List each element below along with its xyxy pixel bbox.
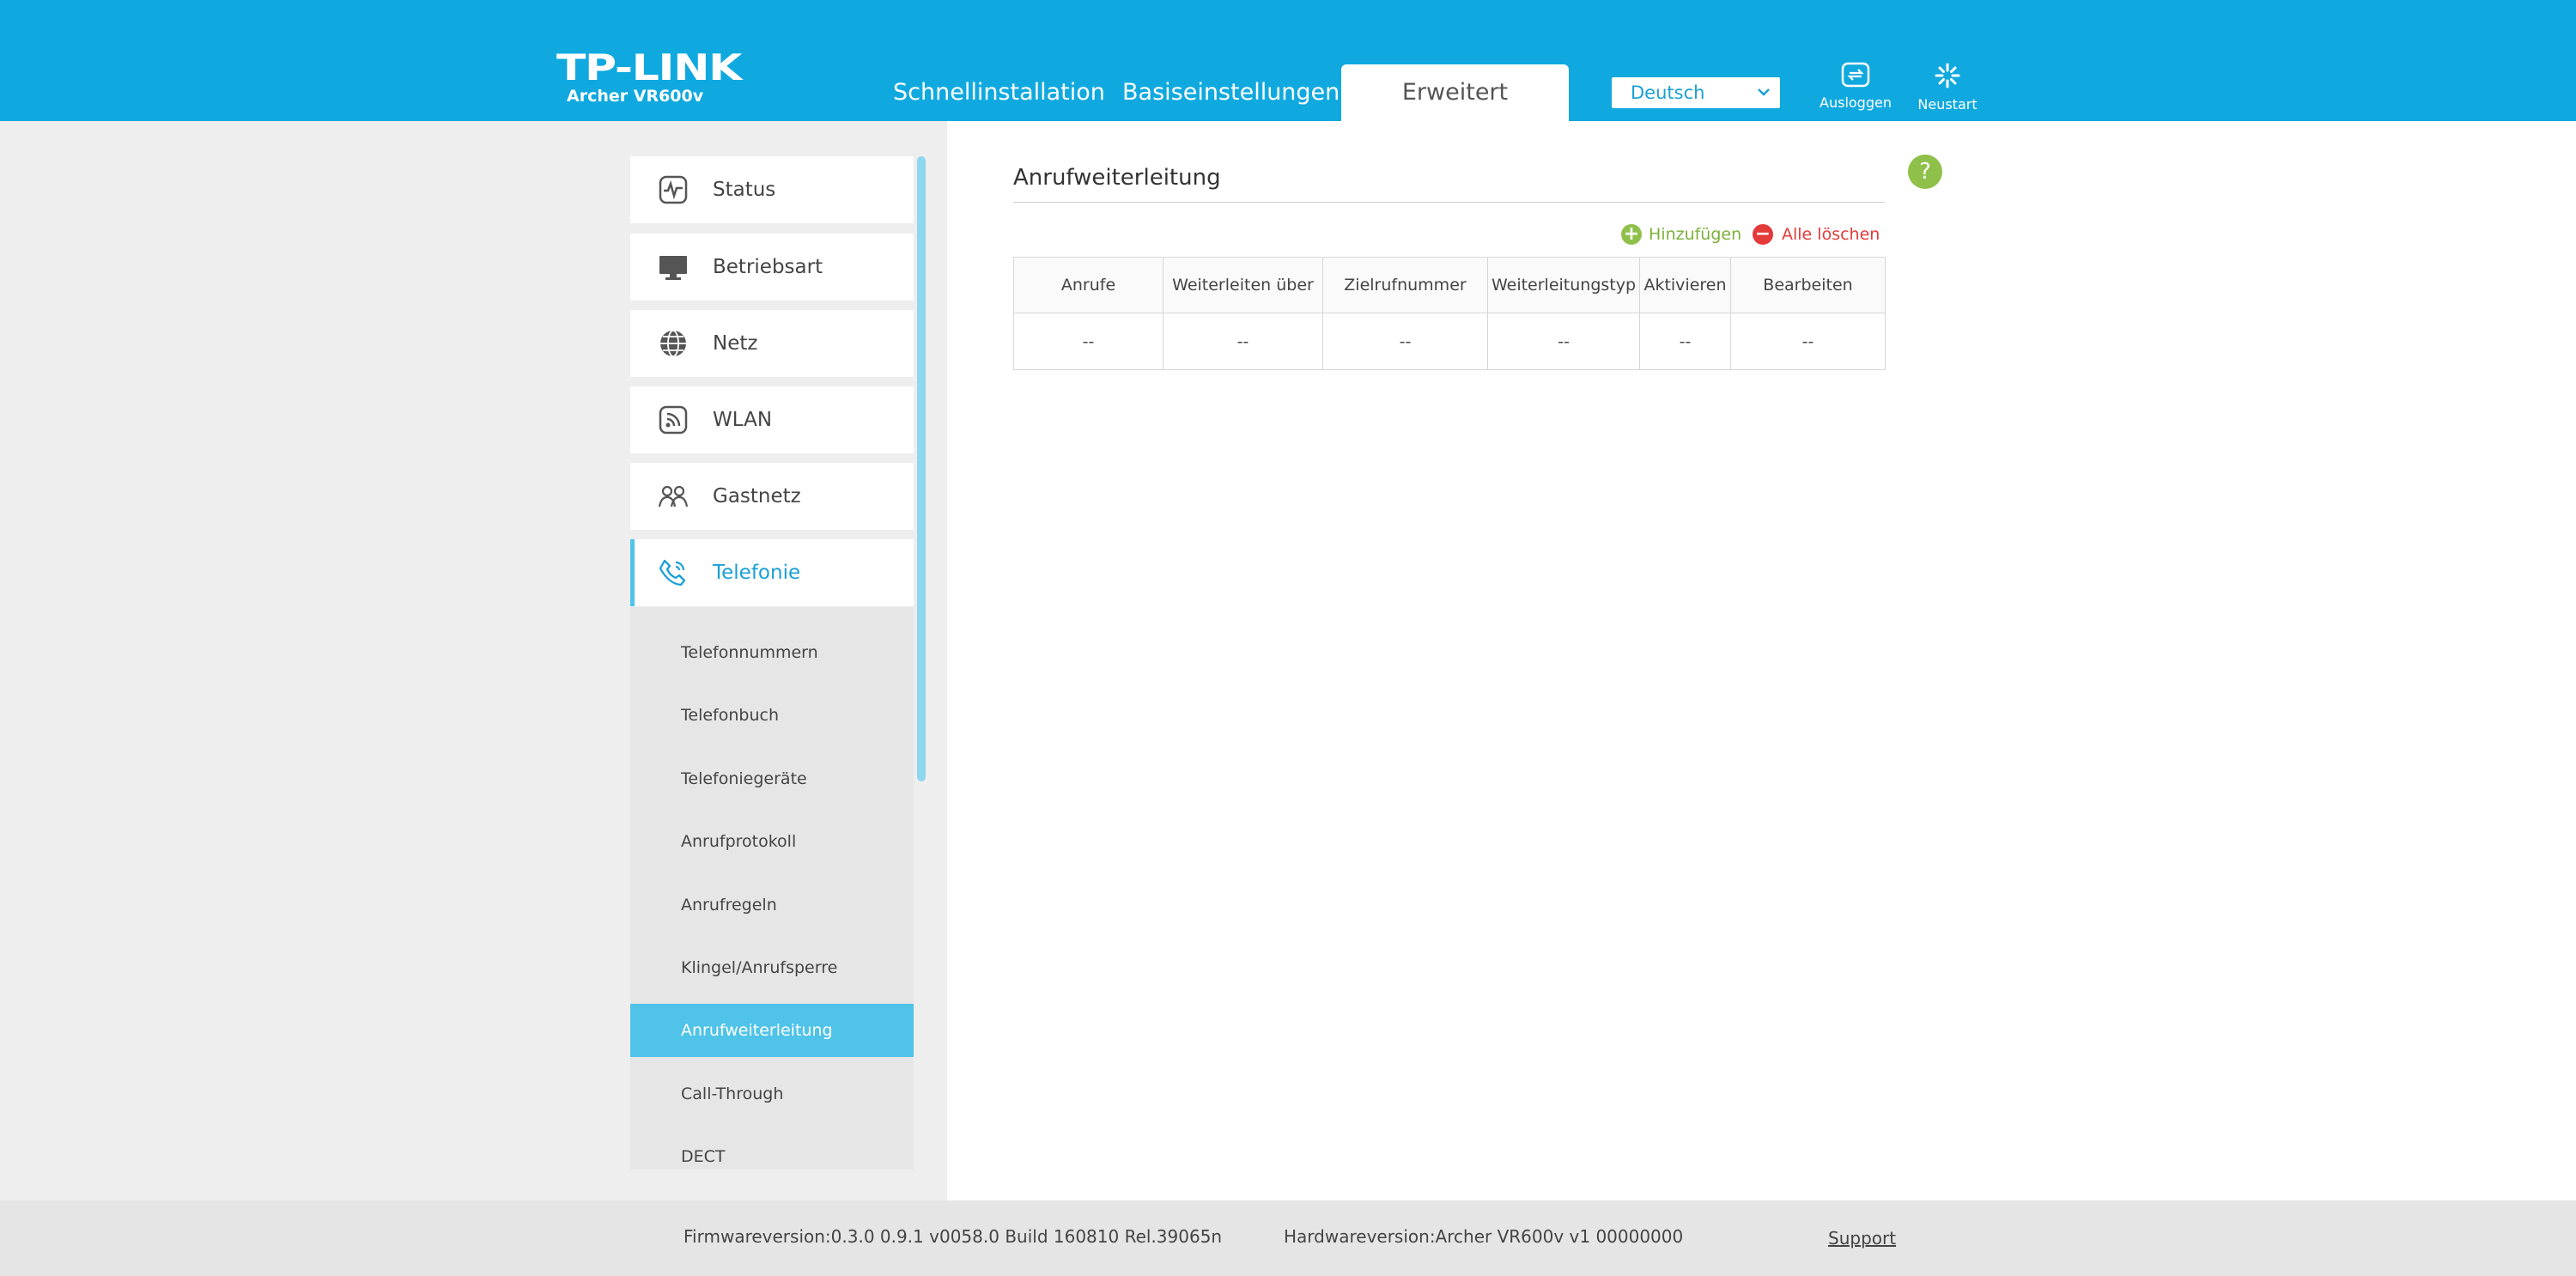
support-link[interactable]: Support — [1828, 1228, 1896, 1249]
add-label: Hinzufügen — [1649, 225, 1742, 244]
plus-icon: + — [1621, 224, 1642, 245]
sidebar-item-status[interactable]: Status — [630, 156, 914, 223]
monitor-icon — [659, 256, 687, 280]
page-title: Anrufweiterleitung — [1013, 165, 1221, 191]
sidebar-item-label: Betriebsart — [713, 256, 823, 278]
hardware-version: Hardwareversion:Archer VR600v v1 0000000… — [1284, 1226, 1684, 1247]
sidebar-item-label: Status — [713, 179, 776, 201]
col-header-zielrufnummer[interactable]: Zielrufnummer — [1322, 257, 1488, 313]
sidebar: Status Betriebsart Netz WLAN Gastnetz Te… — [630, 156, 914, 1170]
language-value: Deutsch — [1631, 82, 1705, 103]
col-header-anrufe[interactable]: Anrufe — [1013, 257, 1163, 313]
footer: Firmwareversion:0.3.0 0.9.1 v0058.0 Buil… — [0, 1200, 2576, 1276]
table-header-row: Anrufe Weiterleiten über Zielrufnummer W… — [1013, 257, 1886, 313]
wifi-icon — [659, 405, 688, 434]
sidebar-item-telefonie[interactable]: Telefonie — [630, 539, 914, 606]
subitem-label: Call-Through — [681, 1085, 784, 1103]
subitem-label: DECT — [681, 1147, 726, 1166]
sidebar-item-label: Gastnetz — [713, 485, 801, 507]
minus-icon: − — [1753, 224, 1773, 245]
subitem-label: Telefonbuch — [681, 706, 779, 725]
reboot-label: Neustart — [1917, 96, 1978, 112]
subitem-klingel-anrufsperre[interactable]: Klingel/Anrufsperre — [630, 941, 914, 994]
table-row: -- -- -- -- -- -- — [1013, 313, 1886, 370]
phone-icon — [659, 559, 686, 586]
col-header-weiterleitungstyp[interactable]: Weiterleitungstyp — [1487, 257, 1640, 313]
subitem-telefoniegeraete[interactable]: Telefoniegeräte — [630, 752, 914, 805]
globe-icon — [660, 330, 686, 357]
subitem-label: Klingel/Anrufsperre — [681, 958, 838, 977]
top-header: TP-LINK Archer VR600v Schnellinstallatio… — [0, 0, 2576, 121]
col-header-bearbeiten[interactable]: Bearbeiten — [1730, 257, 1886, 313]
table-cell: -- — [1639, 313, 1731, 370]
subitem-label: Anrufprotokoll — [681, 832, 797, 851]
subitem-anrufweiterleitung[interactable]: Anrufweiterleitung — [630, 1004, 914, 1057]
table-cell: -- — [1730, 313, 1886, 370]
sidebar-item-label: Netz — [713, 332, 758, 355]
model-name: Archer VR600v — [567, 87, 704, 106]
subitem-label: Anrufweiterleitung — [681, 1021, 833, 1040]
logout-label: Ausloggen — [1820, 94, 1892, 111]
chevron-down-icon — [1758, 88, 1770, 96]
sidebar-item-netz[interactable]: Netz — [630, 310, 914, 377]
subitem-anrufprotokoll[interactable]: Anrufprotokoll — [630, 815, 914, 868]
tab-erweitert[interactable]: Erweitert — [1341, 64, 1569, 121]
sidebar-item-betriebsart[interactable]: Betriebsart — [630, 234, 914, 301]
table-cell: -- — [1013, 313, 1163, 370]
subitem-telefonnummern[interactable]: Telefonnummern — [630, 626, 914, 679]
tp-link-logo: TP-LINK — [556, 46, 742, 88]
tab-schnellinstallation[interactable]: Schnellinstallation — [893, 64, 1105, 121]
sidebar-item-wlan[interactable]: WLAN — [630, 386, 914, 453]
delete-all-label: Alle löschen — [1782, 225, 1880, 244]
table-cell: -- — [1487, 313, 1640, 370]
table-cell: -- — [1322, 313, 1488, 370]
firmware-version: Firmwareversion:0.3.0 0.9.1 v0058.0 Buil… — [683, 1226, 1223, 1247]
status-pulse-icon — [659, 175, 688, 204]
reboot-spinner-icon — [1935, 63, 1960, 88]
col-header-weiterleiten-ueber[interactable]: Weiterleiten über — [1163, 257, 1323, 313]
help-button[interactable]: ? — [1908, 155, 1942, 189]
subitem-label: Telefonnummern — [681, 643, 818, 662]
tab-basiseinstellungen[interactable]: Basiseinstellungen — [1122, 64, 1340, 121]
subitem-telefonbuch[interactable]: Telefonbuch — [630, 689, 914, 742]
subitem-anrufregeln[interactable]: Anrufregeln — [630, 878, 914, 932]
reboot-button[interactable]: Neustart — [1905, 62, 1990, 112]
col-header-aktivieren[interactable]: Aktivieren — [1639, 257, 1731, 313]
subitem-label: Telefoniegeräte — [681, 769, 807, 788]
sidebar-item-gastnetz[interactable]: Gastnetz — [630, 463, 914, 530]
title-divider — [1013, 202, 1885, 203]
language-select[interactable]: Deutsch — [1612, 77, 1780, 108]
logout-icon — [1841, 62, 1870, 88]
subitem-label: Anrufregeln — [681, 896, 777, 914]
sidebar-item-label: Telefonie — [713, 562, 801, 584]
logout-button[interactable]: Ausloggen — [1813, 62, 1899, 111]
subitem-dect[interactable]: DECT — [630, 1130, 914, 1170]
subitem-call-through[interactable]: Call-Through — [630, 1067, 914, 1121]
guest-users-icon — [658, 485, 689, 507]
table-cell: -- — [1163, 313, 1323, 370]
sidebar-item-label: WLAN — [713, 409, 773, 431]
sidebar-scrollbar[interactable] — [917, 156, 926, 781]
forwarding-table: Anrufe Weiterleiten über Zielrufnummer W… — [1013, 257, 1886, 370]
telefonie-submenu: Telefonnummern Telefonbuch Telefoniegerä… — [630, 607, 914, 1170]
